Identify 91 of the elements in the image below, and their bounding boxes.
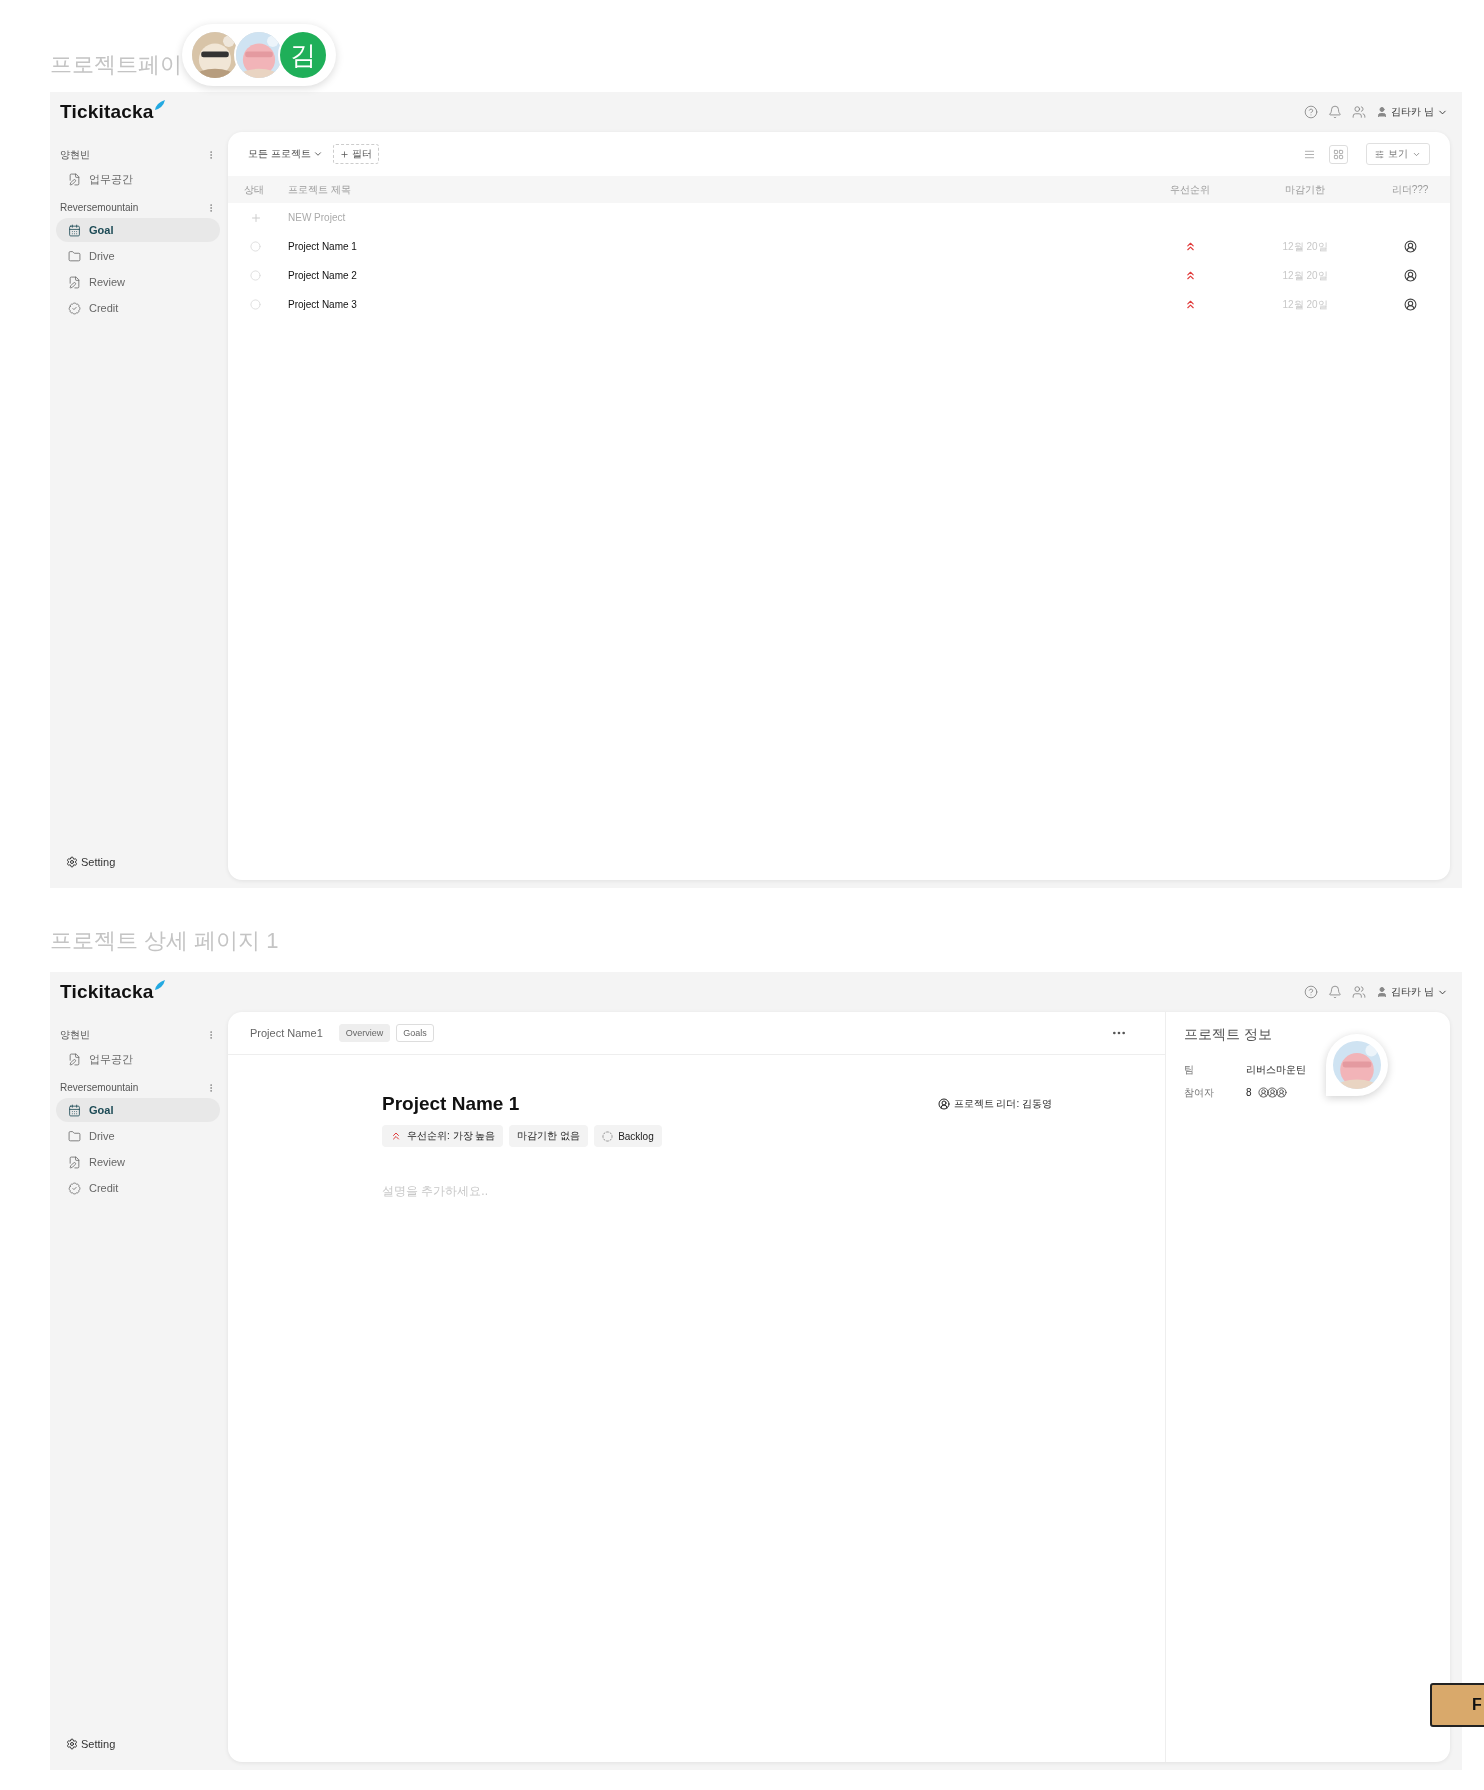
logo-mark-icon [153,99,166,111]
plus-icon[interactable] [250,211,262,224]
document-edit-icon [68,275,81,289]
calendar-icon [68,1103,81,1117]
user-name: 김타카 님 [1391,985,1434,999]
user-avatar-icon [1403,269,1417,282]
participant-icon [1266,1087,1278,1098]
sidebar-item[interactable]: Credit [56,296,220,320]
column-header: 마감기한 [1284,182,1326,197]
sidebar-item[interactable]: Credit [56,1176,220,1200]
column-header: 우선순위 [1169,182,1211,197]
tab[interactable]: Overview [338,1024,391,1042]
section-title: 프로젝트페이 [50,52,182,78]
project-title: Project Name 1 [382,1093,520,1115]
column-header: 프로젝트 제목 [288,182,352,197]
list-icon [1304,148,1315,160]
view-toggle[interactable] [1329,144,1348,164]
badge-check-icon [68,1181,81,1195]
filter-button[interactable]: 필터 [332,144,379,164]
workspace-label: 양현빈 [60,148,90,162]
field-label: 참여자 [1184,1085,1215,1100]
workspace-label: 양현빈 [60,1028,90,1042]
document-edit-icon [68,1052,81,1066]
sidebar-item[interactable]: Goal [56,1098,220,1122]
participant-icon [1257,1087,1269,1098]
property-tag[interactable]: 마감기한 없음 [509,1125,589,1147]
field-value: 8 [1246,1087,1252,1098]
project-leader[interactable]: 프로젝트 리더: 김동영 [937,1097,1052,1111]
field-value: 리버스마운틴 [1246,1062,1306,1077]
user-menu[interactable]: 김타카 님 [1376,985,1448,999]
sidebar-item[interactable]: Drive [56,1124,220,1148]
view-button[interactable]: 보기 [1366,143,1430,165]
workspace-label: Reversemountain [60,202,139,213]
project-name[interactable]: Project Name 3 [288,299,1140,310]
setting-link[interactable]: Setting [56,856,220,868]
project-name[interactable]: Project Name 2 [288,270,1140,281]
sliders-icon [1375,149,1384,159]
folder-icon [68,1129,81,1143]
setting-link[interactable]: Setting [56,1738,220,1750]
section-title: 프로젝트 상세 페이지 1 [50,928,279,954]
user-avatar: 김 [278,30,328,80]
user-icon [1376,106,1389,118]
status-icon[interactable] [250,241,261,252]
user-name: 김타카 님 [1391,105,1434,119]
sign: F [1430,1683,1484,1727]
column-header: 상태 [244,182,265,197]
property-tag[interactable]: 우선순위: 가장 높음 [382,1125,504,1147]
workspace-label: Reversemountain [60,1082,139,1093]
grid-icon [1333,148,1344,160]
field-label: 팀 [1184,1062,1195,1077]
sidebar-item[interactable]: 업무공간 [56,167,220,191]
users-icon[interactable] [1352,105,1367,119]
settings-icon [66,856,78,868]
bell-icon[interactable] [1328,985,1343,999]
scope-dropdown[interactable]: 모든 프로젝트 [248,147,323,161]
settings-icon [66,1738,78,1750]
sidebar-item[interactable]: 업무공간 [56,1047,220,1071]
user-avatar-icon [1403,298,1417,311]
sidebar-item[interactable]: Review [56,270,220,294]
calendar-icon [68,223,81,237]
panel-title: 프로젝트 정보 [1184,1026,1273,1044]
breadcrumb[interactable]: Project Name1 [250,1027,323,1039]
user-avatar-icon [937,1098,950,1110]
bell-icon[interactable] [1328,105,1343,119]
status-icon[interactable] [250,299,261,310]
document-edit-icon [68,172,81,186]
priority-icon [390,1130,402,1142]
help-icon[interactable] [1304,985,1319,999]
logo-mark-icon [153,979,166,991]
chevron-down-icon [312,149,323,159]
tab[interactable]: Goals [396,1024,434,1042]
property-tag[interactable]: Backlog [594,1125,662,1147]
users-icon[interactable] [1352,985,1367,999]
user-menu[interactable]: 김타카 님 [1376,105,1448,119]
help-icon[interactable] [1304,105,1319,119]
project-name[interactable]: Project Name 1 [288,241,1140,252]
badge-check-icon [68,301,81,315]
logo: Tickitacka [60,981,154,1003]
sidebar-item[interactable]: Review [56,1150,220,1174]
participant-icon [1275,1087,1287,1098]
logo: Tickitacka [60,101,154,123]
sidebar-item[interactable]: Drive [56,244,220,268]
status-icon [602,1130,614,1142]
user-icon [1376,986,1389,998]
document-edit-icon [68,1155,81,1169]
sidebar-item[interactable]: Goal [56,218,220,242]
folder-icon [68,249,81,263]
status-icon[interactable] [250,270,261,281]
column-header: 리더??? [1390,182,1430,197]
user-avatar-icon [1403,240,1417,253]
plus-icon [339,149,349,159]
